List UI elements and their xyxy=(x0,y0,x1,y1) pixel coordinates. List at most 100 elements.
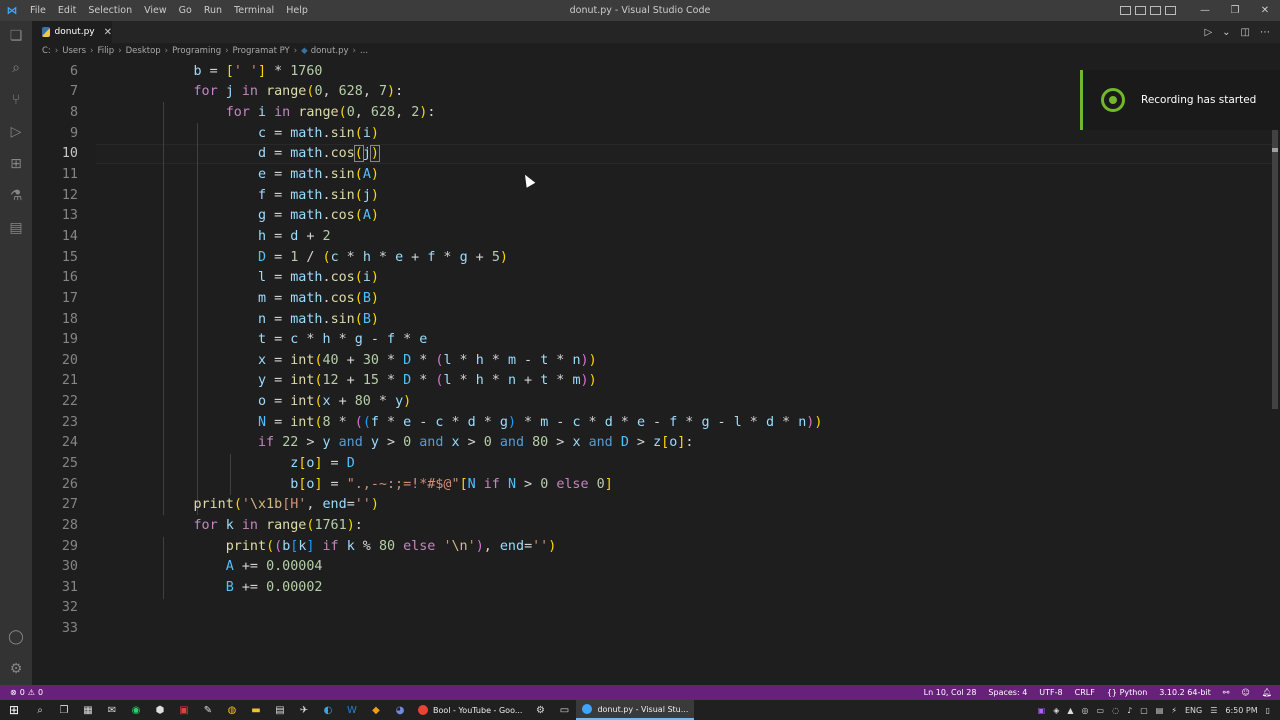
run-python-file-icon[interactable]: ▷ xyxy=(1204,27,1212,38)
input-language[interactable]: ENG xyxy=(1185,706,1202,715)
python-file-icon xyxy=(42,27,50,37)
tab-donut-py[interactable]: donut.py ✕ xyxy=(32,21,112,43)
breadcrumb-file[interactable]: donut.py xyxy=(311,46,349,56)
terminal-icon[interactable]: ▭ xyxy=(552,700,576,720)
app-icon[interactable]: ▤ xyxy=(268,700,292,720)
recording-notification[interactable]: Recording has started xyxy=(1080,70,1280,130)
tray-app-icon[interactable]: ◈ xyxy=(1053,706,1059,715)
taskbar-app-chrome[interactable]: Bool - YouTube - Goo... xyxy=(412,700,528,720)
word-icon[interactable]: W xyxy=(340,700,364,720)
windows-start-icon[interactable]: ⊞ xyxy=(0,700,28,720)
feedback-icon[interactable]: ☺ xyxy=(1242,688,1250,697)
tray-app-icon[interactable]: ◎ xyxy=(1082,706,1089,715)
run-debug-icon[interactable]: ▷ xyxy=(0,117,32,147)
tray-app-icon[interactable]: ▣ xyxy=(1038,706,1046,715)
app-icon[interactable]: ◆ xyxy=(364,700,388,720)
discord-icon[interactable]: ◕ xyxy=(388,700,412,720)
code-editor[interactable]: 6 b = [' '] * 1760 7 for j in range(0, 6… xyxy=(32,59,1280,685)
recording-icon xyxy=(1101,88,1125,112)
language-label: Python xyxy=(1119,688,1148,697)
customize-layout-icon[interactable] xyxy=(1165,6,1176,15)
close-window-button[interactable]: ✕ xyxy=(1250,0,1280,21)
indentation[interactable]: Spaces: 4 xyxy=(988,688,1027,697)
file-explorer-icon[interactable]: ▬ xyxy=(244,700,268,720)
menu-run[interactable]: Run xyxy=(198,0,228,21)
code-line: 13 g = math.cos(A) xyxy=(61,208,379,224)
menu-help[interactable]: Help xyxy=(280,0,314,21)
notifications-bell-icon[interactable]: 🔔︎ xyxy=(1262,688,1272,697)
toggle-panel-icon[interactable] xyxy=(1135,6,1146,15)
tray-app-icon[interactable]: ◌ xyxy=(1112,706,1119,715)
menu-file[interactable]: File xyxy=(24,0,52,21)
code-line: 29 print((b[k] if k % 80 else '\n'), end… xyxy=(61,538,557,554)
windows-taskbar: ⊞ ⌕ ❐ ▦ ✉ ◉ ⬢ ▣ ✎ ◍ ▬ ▤ ✈ ◐ W ◆ ◕ Bool -… xyxy=(0,700,1280,720)
taskbar-app-vscode[interactable]: donut.py - Visual Stu... xyxy=(576,700,695,720)
tray-app-icon[interactable]: ⚡ xyxy=(1171,706,1177,715)
explorer-icon[interactable]: ❏ xyxy=(0,21,32,51)
run-dropdown-icon[interactable]: ⌄ xyxy=(1222,27,1230,38)
breadcrumb-programat-py[interactable]: Programat PY xyxy=(233,46,290,56)
code-line: 14 h = d + 2 xyxy=(61,228,331,244)
network-icon[interactable]: ☰ xyxy=(1210,706,1217,715)
whatsapp-icon[interactable]: ◉ xyxy=(124,700,148,720)
encoding[interactable]: UTF-8 xyxy=(1039,688,1062,697)
restore-button[interactable]: ❐ xyxy=(1220,0,1250,21)
code-lines: 6 b = [' '] * 1760 7 for j in range(0, 6… xyxy=(32,61,823,639)
volume-icon[interactable]: ♪ xyxy=(1127,706,1132,715)
accounts-icon[interactable]: ◯ xyxy=(0,622,32,652)
code-line: 7 for j in range(0, 628, 7): xyxy=(69,84,404,100)
more-actions-icon[interactable]: ⋯ xyxy=(1260,27,1270,38)
source-control-icon[interactable]: ⑂ xyxy=(0,85,32,115)
tab-close-icon[interactable]: ✕ xyxy=(104,27,112,38)
extensions-icon[interactable]: ⊞ xyxy=(0,149,32,179)
tray-app-icon[interactable]: ▤ xyxy=(1156,706,1164,715)
edge-icon[interactable]: ◐ xyxy=(316,700,340,720)
remote-explorer-icon[interactable]: ▤ xyxy=(0,213,32,243)
code-line: 31 B += 0.00002 xyxy=(61,579,323,595)
menu-view[interactable]: View xyxy=(138,0,173,21)
app-icon[interactable]: ⬢ xyxy=(148,700,172,720)
language-mode[interactable]: {} Python xyxy=(1107,688,1147,697)
toggle-sidebar-icon[interactable] xyxy=(1120,6,1131,15)
minimize-button[interactable]: — xyxy=(1190,0,1220,21)
breadcrumb-desktop[interactable]: Desktop xyxy=(126,46,161,56)
app-icon[interactable]: ✈ xyxy=(292,700,316,720)
search-icon[interactable]: ⌕ xyxy=(0,53,32,83)
notification-center-icon[interactable]: ▯ xyxy=(1266,706,1270,715)
menu-terminal[interactable]: Terminal xyxy=(228,0,280,21)
breadcrumb: C: › Users › Filip › Desktop › Programing › P… xyxy=(32,43,1280,59)
menu-go[interactable]: Go xyxy=(173,0,198,21)
chat-icon[interactable]: ✉ xyxy=(100,700,124,720)
cursor-position[interactable]: Ln 10, Col 28 xyxy=(924,688,977,697)
clock-time[interactable]: 6:50 PM xyxy=(1225,706,1257,715)
calculator-icon[interactable]: ▦ xyxy=(76,700,100,720)
breadcrumb-more[interactable]: ... xyxy=(360,46,368,56)
code-line: 15 D = 1 / (c * h * e + f * g + 5) xyxy=(61,249,508,265)
code-line: 20 x = int(40 + 30 * D * (l * h * m - t … xyxy=(61,352,597,368)
breadcrumb-programing[interactable]: Programing xyxy=(172,46,221,56)
testing-icon[interactable]: ⚗ xyxy=(0,181,32,211)
menu-selection[interactable]: Selection xyxy=(82,0,138,21)
problems-indicator[interactable]: ⊗ 0 ⚠ 0 xyxy=(0,688,43,697)
tray-app-icon[interactable]: ▭ xyxy=(1097,706,1105,715)
tray-app-icon[interactable]: ▲ xyxy=(1067,706,1073,715)
live-share-icon[interactable]: ⚯ xyxy=(1223,688,1230,697)
app-icon[interactable]: ✎ xyxy=(196,700,220,720)
split-editor-icon[interactable]: ◫ xyxy=(1241,27,1250,38)
tray-app-icon[interactable]: ▢ xyxy=(1140,706,1148,715)
menu-edit[interactable]: Edit xyxy=(52,0,82,21)
app-icon[interactable]: ▣ xyxy=(172,700,196,720)
python-interpreter[interactable]: 3.10.2 64-bit xyxy=(1159,688,1211,697)
breadcrumb-drive[interactable]: C: xyxy=(42,46,51,56)
task-view-icon[interactable]: ❐ xyxy=(52,700,76,720)
vscode-logo-icon: ⋈ xyxy=(6,4,18,17)
breadcrumb-filip[interactable]: Filip xyxy=(97,46,114,56)
toggle-secondary-sidebar-icon[interactable] xyxy=(1150,6,1161,15)
breadcrumb-users[interactable]: Users xyxy=(62,46,86,56)
settings-gear-icon[interactable]: ⚙ xyxy=(0,654,32,684)
chrome-icon[interactable]: ◍ xyxy=(220,700,244,720)
settings-app-icon[interactable]: ⚙ xyxy=(528,700,552,720)
search-icon[interactable]: ⌕ xyxy=(28,700,52,720)
vertical-scrollbar[interactable] xyxy=(1270,59,1280,685)
end-of-line[interactable]: CRLF xyxy=(1075,688,1095,697)
